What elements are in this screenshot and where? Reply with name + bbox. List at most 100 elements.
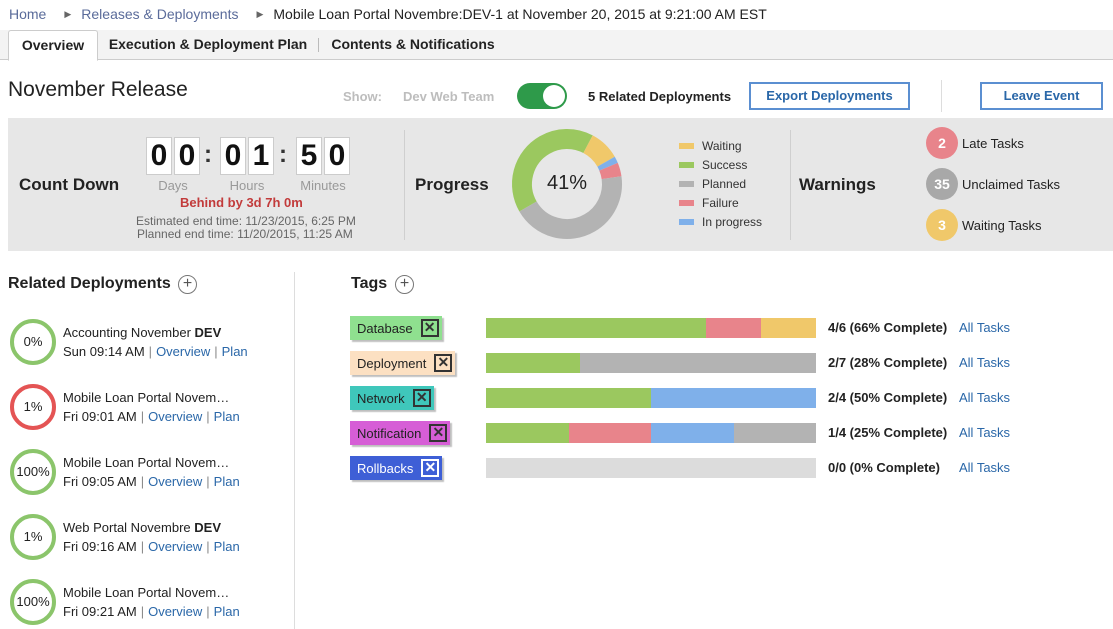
separator: | (206, 474, 210, 489)
countdown-colon: : (279, 141, 287, 168)
page-title: November Release (8, 78, 188, 101)
deployment-plan-link[interactable]: Plan (214, 409, 240, 424)
tab-contents-notifications[interactable]: Contents & Notifications (326, 30, 500, 60)
deployment-item[interactable]: 100% Mobile Loan Portal Novem… Fri 09:05 A… (10, 449, 290, 497)
planned-end-time: Planned end time: 11/20/2015, 11:25 AM (137, 227, 353, 241)
show-label: Show: (343, 89, 382, 104)
deployment-name-text: Mobile Loan Portal Novem… (63, 585, 230, 600)
toggle-knob (543, 85, 565, 107)
deployment-time: Fri 09:01 AM (63, 409, 137, 424)
legend-label: Failure (702, 196, 739, 210)
deployment-overview-link[interactable]: Overview (148, 474, 202, 489)
tag-label: Rollbacks (357, 460, 414, 476)
deployment-plan-link[interactable]: Plan (214, 604, 240, 619)
minutes-label: Minutes (300, 178, 346, 193)
deployment-item[interactable]: 1% Web Portal Novembre DEV Fri 09:16 AM | Ov… (10, 514, 290, 562)
column-divider (294, 272, 295, 629)
tag-all-tasks-link[interactable]: All Tasks (959, 460, 1010, 475)
tag-notification[interactable]: Notification ✕ (350, 421, 451, 445)
hours-digit-2: 1 (248, 137, 274, 175)
countdown-title: Count Down (19, 175, 120, 194)
tag-progress-segment (733, 423, 816, 443)
deployment-overview-link[interactable]: Overview (148, 409, 202, 424)
export-deployments-button[interactable]: Export Deployments (749, 82, 910, 110)
tag-all-tasks-link[interactable]: All Tasks (959, 355, 1010, 370)
tag-progress-bar (486, 423, 816, 443)
tag-progress-segment (651, 423, 734, 443)
tag-rollbacks[interactable]: Rollbacks ✕ (350, 456, 443, 480)
deployment-overview-link[interactable]: Overview (148, 604, 202, 619)
deployment-name[interactable]: Web Portal Novembre DEV (63, 520, 221, 535)
deployment-item[interactable]: 0% Accounting November DEV Sun 09:14 AM | Ov… (10, 319, 290, 367)
separator: | (140, 539, 145, 554)
tag-database[interactable]: Database ✕ (350, 316, 442, 340)
hours-digit-1: 0 (220, 137, 246, 175)
tag-all-tasks-link[interactable]: All Tasks (959, 425, 1010, 440)
summary-divider (404, 130, 405, 240)
remove-tag-icon[interactable]: ✕ (434, 354, 453, 372)
add-tag-plus-icon[interactable]: + (395, 275, 414, 294)
deployment-item[interactable]: 100% Mobile Loan Portal Novem… Fri 09:21 A… (10, 579, 290, 627)
warnings-title: Warnings (799, 175, 876, 194)
tag-all-tasks-link[interactable]: All Tasks (959, 390, 1010, 405)
tag-complete-text: 2/4 (50% Complete) (828, 390, 948, 405)
header-divider (941, 80, 942, 112)
related-deployments-count: 5 Related Deployments (588, 89, 732, 104)
deployment-overview-link[interactable]: Overview (156, 344, 210, 359)
warning-item[interactable]: 35 Unclaimed Tasks (926, 168, 1060, 200)
deployment-name[interactable]: Mobile Loan Portal Novem… (63, 585, 229, 600)
add-deployment-plus-icon[interactable]: + (178, 275, 197, 294)
show-team-toggle[interactable] (517, 83, 567, 109)
deployment-time: Fri 09:21 AM (63, 604, 137, 619)
tag-network[interactable]: Network ✕ (350, 386, 434, 410)
remove-tag-icon[interactable]: ✕ (421, 459, 440, 477)
breadcrumb-releases-link[interactable]: Releases & Deployments (81, 6, 238, 22)
remove-tag-icon[interactable]: ✕ (412, 389, 431, 407)
deployment-name-text: Accounting November (63, 325, 195, 340)
tag-all-tasks-link[interactable]: All Tasks (959, 320, 1010, 335)
deployment-name[interactable]: Accounting November DEV (63, 325, 221, 340)
tag-progress-segment (486, 318, 707, 338)
remove-tag-icon[interactable]: ✕ (420, 319, 439, 337)
tab-overview[interactable]: Overview (8, 30, 98, 61)
tag-progress-segment (486, 388, 651, 408)
warning-count-badge: 3 (926, 209, 958, 241)
tag-progress-segment (580, 353, 816, 373)
deployment-name[interactable]: Mobile Loan Portal Novem… (63, 390, 229, 405)
separator: | (140, 474, 145, 489)
tag-complete-text: 1/4 (25% Complete) (828, 425, 948, 440)
remove-tag-icon[interactable]: ✕ (429, 424, 448, 442)
show-team-filter[interactable]: Dev Web Team (403, 89, 494, 104)
deployment-plan-link[interactable]: Plan (214, 539, 240, 554)
breadcrumb-current: Mobile Loan Portal Novembre:DEV-1 at Nov… (273, 6, 767, 22)
deployment-env: DEV (194, 520, 221, 535)
related-deployments-title: Related Deployments (8, 275, 171, 292)
deployment-plan-link[interactable]: Plan (214, 474, 240, 489)
deployment-progress-circle: 1% (10, 514, 56, 560)
tag-complete-text: 4/6 (66% Complete) (828, 320, 948, 335)
minutes-digit-2: 0 (324, 137, 350, 175)
warning-item[interactable]: 2 Late Tasks (926, 127, 1024, 159)
breadcrumb-home-link[interactable]: Home (9, 6, 46, 22)
tags-title: Tags (351, 275, 388, 292)
deployment-name-text: Web Portal Novembre (63, 520, 195, 535)
deployment-overview-link[interactable]: Overview (148, 539, 202, 554)
progress-percent: 41% (546, 172, 588, 194)
separator: | (140, 604, 145, 619)
tab-execution-deployment-plan[interactable]: Execution & Deployment Plan (104, 30, 312, 60)
deployment-plan-link[interactable]: Plan (222, 344, 248, 359)
legend-item: Waiting (679, 138, 742, 154)
summary-divider (790, 130, 791, 240)
tag-progress-bar (486, 458, 816, 478)
leave-event-button[interactable]: Leave Event (980, 82, 1103, 110)
legend-item: Planned (679, 176, 746, 192)
tag-progress-segment (486, 353, 581, 373)
tag-progress-bar (486, 388, 816, 408)
deployment-meta: Fri 09:21 AM | Overview | Plan (63, 604, 240, 619)
separator: | (148, 344, 153, 359)
tag-deployment[interactable]: Deployment ✕ (350, 351, 456, 375)
legend-label: In progress (702, 215, 763, 229)
warning-item[interactable]: 3 Waiting Tasks (926, 209, 1041, 241)
deployment-name[interactable]: Mobile Loan Portal Novem… (63, 455, 229, 470)
deployment-item[interactable]: 1% Mobile Loan Portal Novem… Fri 09:01 AM |… (10, 384, 290, 432)
